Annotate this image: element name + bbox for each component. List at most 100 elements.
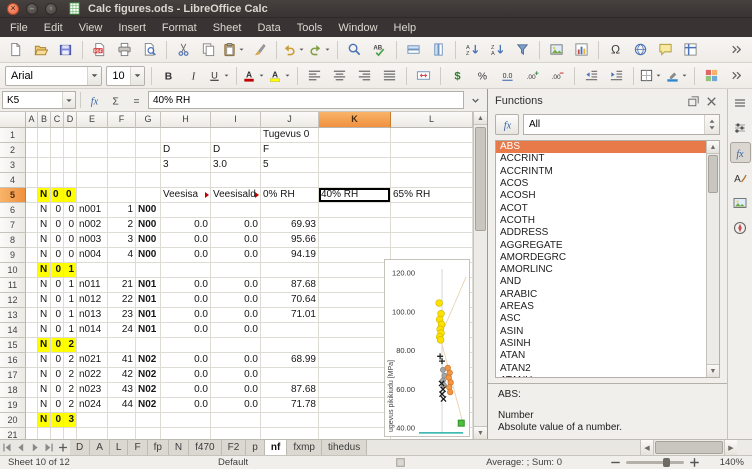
cell-C7[interactable]: 0 [51, 218, 64, 233]
cell-H18[interactable]: 0.0 [161, 383, 211, 398]
cell-G14[interactable]: N01 [136, 323, 161, 338]
cell-D17[interactable]: 2 [64, 368, 77, 383]
list-scroll-thumb[interactable] [708, 155, 718, 193]
background-color-dropdown-icon[interactable] [680, 71, 689, 80]
cell-F13[interactable]: 23 [108, 308, 136, 323]
cell-F5[interactable] [108, 188, 136, 203]
insert-row-button[interactable] [402, 39, 425, 61]
cell-L5[interactable]: 65% RH [391, 188, 473, 203]
font-name-dropdown-icon[interactable] [87, 67, 101, 85]
sidebar-tab-styles[interactable]: A [730, 167, 751, 188]
cell-C1[interactable] [51, 128, 64, 143]
special-character-button[interactable]: Ω [604, 39, 627, 61]
cell-D20[interactable]: 3 [64, 413, 77, 428]
align-center-button[interactable] [328, 65, 351, 87]
cell-E16[interactable]: n021 [77, 353, 108, 368]
cell-D3[interactable] [64, 158, 77, 173]
row-header-21[interactable]: 21 [0, 428, 26, 439]
function-list-scrollbar[interactable]: ▲ ▼ [706, 141, 719, 377]
cell-H12[interactable]: 0.0 [161, 293, 211, 308]
sheet-tab-F2[interactable]: F2 [222, 440, 247, 455]
print-preview-button[interactable] [138, 39, 161, 61]
function-wizard-button[interactable]: fx [85, 91, 104, 109]
cell-A4[interactable] [26, 173, 38, 188]
cell-K4[interactable] [319, 173, 391, 188]
cell-C17[interactable]: 0 [51, 368, 64, 383]
cell-A17[interactable] [26, 368, 38, 383]
clone-formatting-button[interactable] [248, 39, 271, 61]
cell-F11[interactable]: 21 [108, 278, 136, 293]
function-item-accrintm[interactable]: ACCRINTM [496, 166, 719, 178]
cell-G21[interactable] [136, 428, 161, 439]
font-name-input[interactable] [6, 67, 87, 85]
cell-D9[interactable]: 0 [64, 248, 77, 263]
column-header-E[interactable]: E [77, 112, 108, 128]
scroll-right-icon[interactable]: ▶ [724, 440, 737, 455]
menu-edit[interactable]: Edit [36, 20, 71, 36]
cell-E2[interactable] [77, 143, 108, 158]
cell-J11[interactable]: 87.68 [261, 278, 319, 293]
cell-D10[interactable]: 1 [64, 263, 77, 278]
cell-A11[interactable] [26, 278, 38, 293]
format-currency-button[interactable]: $ [446, 65, 469, 87]
cell-I12[interactable]: 0.0 [211, 293, 261, 308]
row-header-4[interactable]: 4 [0, 173, 26, 188]
cell-B21[interactable] [38, 428, 51, 439]
function-item-asinh[interactable]: ASINH [496, 338, 719, 350]
font-size-input[interactable] [107, 67, 130, 85]
cell-I7[interactable]: 0.0 [211, 218, 261, 233]
cell-K8[interactable] [319, 233, 391, 248]
scroll-left-icon[interactable]: ◀ [641, 440, 654, 455]
cell-K15[interactable] [319, 338, 391, 353]
cell-G11[interactable]: N01 [136, 278, 161, 293]
cell-E8[interactable]: n003 [77, 233, 108, 248]
sheet-tab-nf[interactable]: nf [265, 440, 287, 455]
cell-H9[interactable]: 0.0 [161, 248, 211, 263]
cell-G1[interactable] [136, 128, 161, 143]
cell-J12[interactable]: 70.64 [261, 293, 319, 308]
zoom-level[interactable]: 140% [712, 457, 752, 468]
sort-ascending-button[interactable]: AZ [461, 39, 484, 61]
font-color-button[interactable]: A [242, 65, 266, 87]
cell-H8[interactable]: 0.0 [161, 233, 211, 248]
cell-F18[interactable]: 43 [108, 383, 136, 398]
insert-column-button[interactable] [427, 39, 450, 61]
cell-H2[interactable]: D [161, 143, 211, 158]
sheet-tab-D[interactable]: D [70, 440, 90, 455]
cell-C4[interactable] [51, 173, 64, 188]
cell-K14[interactable] [319, 323, 391, 338]
cell-D2[interactable] [64, 143, 77, 158]
function-item-atan2[interactable]: ATAN2 [496, 363, 719, 375]
function-item-acos[interactable]: ACOS [496, 178, 719, 190]
cell-H5[interactable]: Veesisa [161, 188, 211, 203]
cell-C18[interactable]: 0 [51, 383, 64, 398]
cell-G17[interactable]: N02 [136, 368, 161, 383]
cell-B17[interactable]: N [38, 368, 51, 383]
cell-I6[interactable] [211, 203, 261, 218]
cell-C6[interactable]: 0 [51, 203, 64, 218]
scroll-up-icon[interactable]: ▲ [474, 112, 487, 125]
cell-G6[interactable]: N00 [136, 203, 161, 218]
sidebar-tab-sidebar-settings[interactable] [730, 92, 751, 113]
cell-K16[interactable] [319, 353, 391, 368]
cell-F6[interactable]: 1 [108, 203, 136, 218]
insert-image-button[interactable] [545, 39, 568, 61]
cell-D5[interactable]: 0 [64, 188, 77, 203]
cell-J18[interactable]: 87.68 [261, 383, 319, 398]
cell-I3[interactable]: 3.0 [211, 158, 261, 173]
cell-C15[interactable]: 0 [51, 338, 64, 353]
cell-A13[interactable] [26, 308, 38, 323]
cell-K13[interactable] [319, 308, 391, 323]
cell-L6[interactable] [391, 203, 473, 218]
function-item-aggregate[interactable]: AGGREGATE [496, 240, 719, 252]
cell-J5[interactable]: 0% RH [261, 188, 319, 203]
cell-G7[interactable]: N00 [136, 218, 161, 233]
cell-I20[interactable] [211, 413, 261, 428]
print-button[interactable] [113, 39, 136, 61]
cell-G9[interactable]: N00 [136, 248, 161, 263]
cell-C21[interactable] [51, 428, 64, 439]
cell-C5[interactable]: 0 [51, 188, 64, 203]
cell-E10[interactable] [77, 263, 108, 278]
cell-H10[interactable] [161, 263, 211, 278]
cell-J19[interactable]: 71.78 [261, 398, 319, 413]
